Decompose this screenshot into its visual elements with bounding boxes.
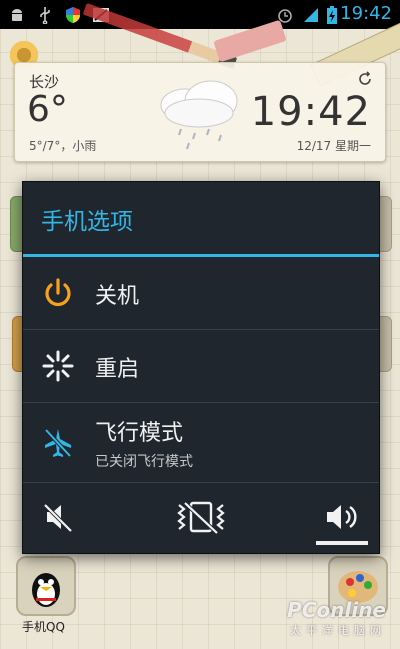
android-debug-icon: [12, 9, 22, 21]
restart-item[interactable]: 重启: [23, 330, 379, 403]
usb-icon: [40, 7, 50, 24]
signal-icon: [304, 8, 318, 22]
sound-mode-toggles: [23, 483, 379, 553]
power-icon: [45, 278, 71, 307]
qq-app-label: 手机QQ: [22, 620, 65, 634]
power-off-label: 关机: [95, 284, 140, 309]
watermark-brand: PConline: [287, 598, 386, 622]
weather-widget[interactable]: 长沙 6° 5°/7°，小雨 19:42 12/17 星期一: [14, 62, 386, 162]
vibrate-icon[interactable]: [173, 497, 229, 537]
rain-cloud-icon: [160, 80, 238, 150]
penguin-icon: [32, 573, 60, 607]
refresh-icon[interactable]: [357, 71, 373, 87]
phone-options-dialog: 手机选项 关机 重启 飞行模式 已关闭飞行模式: [22, 181, 380, 554]
mute-icon[interactable]: [39, 497, 83, 537]
airplane-mode-status: 已关闭飞行模式: [95, 454, 193, 470]
watermark-sub: 太平洋电脑网: [290, 624, 386, 637]
watermark: PConline 太平洋电脑网: [287, 598, 386, 638]
weather-temperature: 6°: [27, 89, 68, 130]
weather-date: 12/17 星期一: [296, 139, 371, 153]
volume-icon[interactable]: [321, 497, 365, 537]
battery-charging-icon: [327, 6, 337, 24]
dialog-title: 手机选项: [41, 209, 133, 235]
weather-range: 5°/7°，小雨: [29, 139, 97, 153]
restart-label: 重启: [95, 357, 140, 382]
shield-icon: [66, 7, 80, 23]
power-off-item[interactable]: 关机: [23, 257, 379, 330]
selected-mode-indicator: [316, 541, 368, 545]
airplane-mode-item[interactable]: 飞行模式 已关闭飞行模式: [23, 403, 379, 483]
qq-app-icon[interactable]: [16, 556, 76, 616]
airplane-off-icon: [44, 428, 72, 458]
status-time: 19:42: [340, 3, 392, 24]
restart-icon: [42, 350, 74, 382]
weather-clock: 19:42: [250, 89, 371, 135]
status-bar: 19:42: [0, 0, 400, 29]
airplane-mode-label: 飞行模式: [95, 421, 184, 446]
